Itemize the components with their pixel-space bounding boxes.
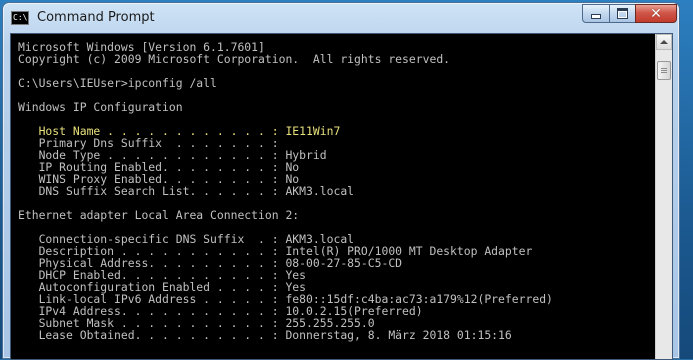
- close-button[interactable]: ✕: [635, 4, 677, 23]
- maximize-icon: [617, 8, 628, 19]
- console-line: C:\Users\IEUser>ipconfig /all: [18, 76, 217, 90]
- thumb-grip-icon: [661, 68, 667, 69]
- console-output[interactable]: Microsoft Windows [Version 6.1.7601] Copy…: [18, 41, 658, 341]
- console-line: Lease Obtained. . . . . . . . . . : Donn…: [18, 328, 512, 342]
- cmd-app-icon[interactable]: C:\: [11, 11, 29, 25]
- minimize-button[interactable]: [582, 4, 610, 23]
- close-icon: ✕: [650, 5, 662, 22]
- title-bar[interactable]: C:\ Command Prompt ✕: [3, 3, 679, 33]
- minimize-icon: [591, 14, 601, 19]
- maximize-button[interactable]: [609, 4, 636, 23]
- window-title: Command Prompt: [37, 10, 155, 25]
- up-arrow-icon: [660, 40, 668, 44]
- console-line: Copyright (c) 2009 Microsoft Corporation…: [18, 52, 451, 66]
- scroll-thumb[interactable]: [657, 61, 671, 80]
- console-line: Ethernet adapter Local Area Connection 2…: [18, 208, 300, 222]
- thumb-grip-icon: [661, 70, 667, 71]
- console-line: DNS Suffix Search List. . . . . . : AKM3…: [18, 184, 355, 198]
- vertical-scrollbar[interactable]: [655, 34, 672, 359]
- thumb-grip-icon: [661, 72, 667, 73]
- console-line: Windows IP Configuration: [18, 100, 183, 114]
- command-prompt-window: C:\ Command Prompt ✕ Microsoft Windows […: [2, 2, 680, 360]
- scroll-up-button[interactable]: [656, 34, 672, 50]
- console-area[interactable]: Microsoft Windows [Version 6.1.7601] Copy…: [10, 33, 673, 360]
